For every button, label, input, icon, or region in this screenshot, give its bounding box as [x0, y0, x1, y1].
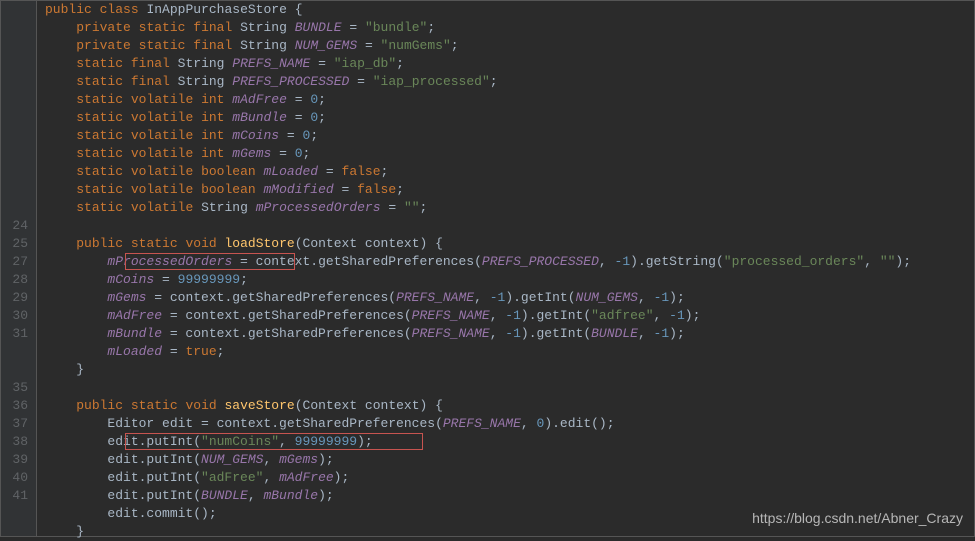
code-line[interactable]: public class InAppPurchaseStore {	[45, 1, 911, 19]
line-number	[1, 199, 28, 217]
code-line[interactable]: static volatile int mBundle = 0;	[45, 109, 911, 127]
code-line[interactable]: private static final String BUNDLE = "bu…	[45, 19, 911, 37]
line-number: 30	[1, 307, 28, 325]
code-line[interactable]: edit.putInt("adFree", mAdFree);	[45, 469, 911, 487]
code-line[interactable]: mGems = context.getSharedPreferences(PRE…	[45, 289, 911, 307]
code-line[interactable]	[45, 379, 911, 397]
code-line[interactable]: static volatile int mCoins = 0;	[45, 127, 911, 145]
code-line[interactable]: public static void loadStore(Context con…	[45, 235, 911, 253]
line-number	[1, 145, 28, 163]
line-number	[1, 343, 28, 361]
line-number: 35	[1, 379, 28, 397]
code-line[interactable]: static volatile boolean mModified = fals…	[45, 181, 911, 199]
line-number	[1, 109, 28, 127]
code-line[interactable]: static volatile boolean mLoaded = false;	[45, 163, 911, 181]
code-line[interactable]: static final String PREFS_PROCESSED = "i…	[45, 73, 911, 91]
watermark-text: https://blog.csdn.net/Abner_Crazy	[752, 509, 963, 527]
line-number: 41	[1, 487, 28, 505]
code-editor: 24252728293031 35363738394041 public clas…	[0, 0, 975, 537]
code-line[interactable]: mCoins = 99999999;	[45, 271, 911, 289]
line-number: 38	[1, 433, 28, 451]
code-line[interactable]	[45, 217, 911, 235]
code-line[interactable]: edit.putInt(BUNDLE, mBundle);	[45, 487, 911, 505]
code-area[interactable]: public class InAppPurchaseStore { privat…	[37, 1, 911, 536]
line-number	[1, 91, 28, 109]
line-number	[1, 55, 28, 73]
line-number: 36	[1, 397, 28, 415]
code-line[interactable]: static volatile int mGems = 0;	[45, 145, 911, 163]
code-line[interactable]: mProcessedOrders = context.getSharedPref…	[45, 253, 911, 271]
code-line[interactable]: mBundle = context.getSharedPreferences(P…	[45, 325, 911, 343]
line-number: 25	[1, 235, 28, 253]
code-line[interactable]: public static void saveStore(Context con…	[45, 397, 911, 415]
line-number: 29	[1, 289, 28, 307]
line-number	[1, 37, 28, 55]
code-line[interactable]: static final String PREFS_NAME = "iap_db…	[45, 55, 911, 73]
code-line[interactable]: edit.putInt("numCoins", 99999999);	[45, 433, 911, 451]
line-number	[1, 73, 28, 91]
code-line[interactable]: mAdFree = context.getSharedPreferences(P…	[45, 307, 911, 325]
code-line[interactable]: static volatile String mProcessedOrders …	[45, 199, 911, 217]
line-number: 31	[1, 325, 28, 343]
line-number-gutter: 24252728293031 35363738394041	[1, 1, 37, 536]
line-number	[1, 163, 28, 181]
line-number: 39	[1, 451, 28, 469]
line-number: 27	[1, 253, 28, 271]
line-number	[1, 181, 28, 199]
line-number	[1, 361, 28, 379]
code-line[interactable]: mLoaded = true;	[45, 343, 911, 361]
line-number	[1, 127, 28, 145]
line-number: 40	[1, 469, 28, 487]
line-number	[1, 19, 28, 37]
line-number: 24	[1, 217, 28, 235]
code-line[interactable]: edit.putInt(NUM_GEMS, mGems);	[45, 451, 911, 469]
line-number: 28	[1, 271, 28, 289]
line-number	[1, 1, 28, 19]
line-number: 37	[1, 415, 28, 433]
code-line[interactable]: private static final String NUM_GEMS = "…	[45, 37, 911, 55]
code-line[interactable]: static volatile int mAdFree = 0;	[45, 91, 911, 109]
code-line[interactable]: Editor edit = context.getSharedPreferenc…	[45, 415, 911, 433]
line-number	[1, 505, 28, 523]
code-line[interactable]: }	[45, 361, 911, 379]
